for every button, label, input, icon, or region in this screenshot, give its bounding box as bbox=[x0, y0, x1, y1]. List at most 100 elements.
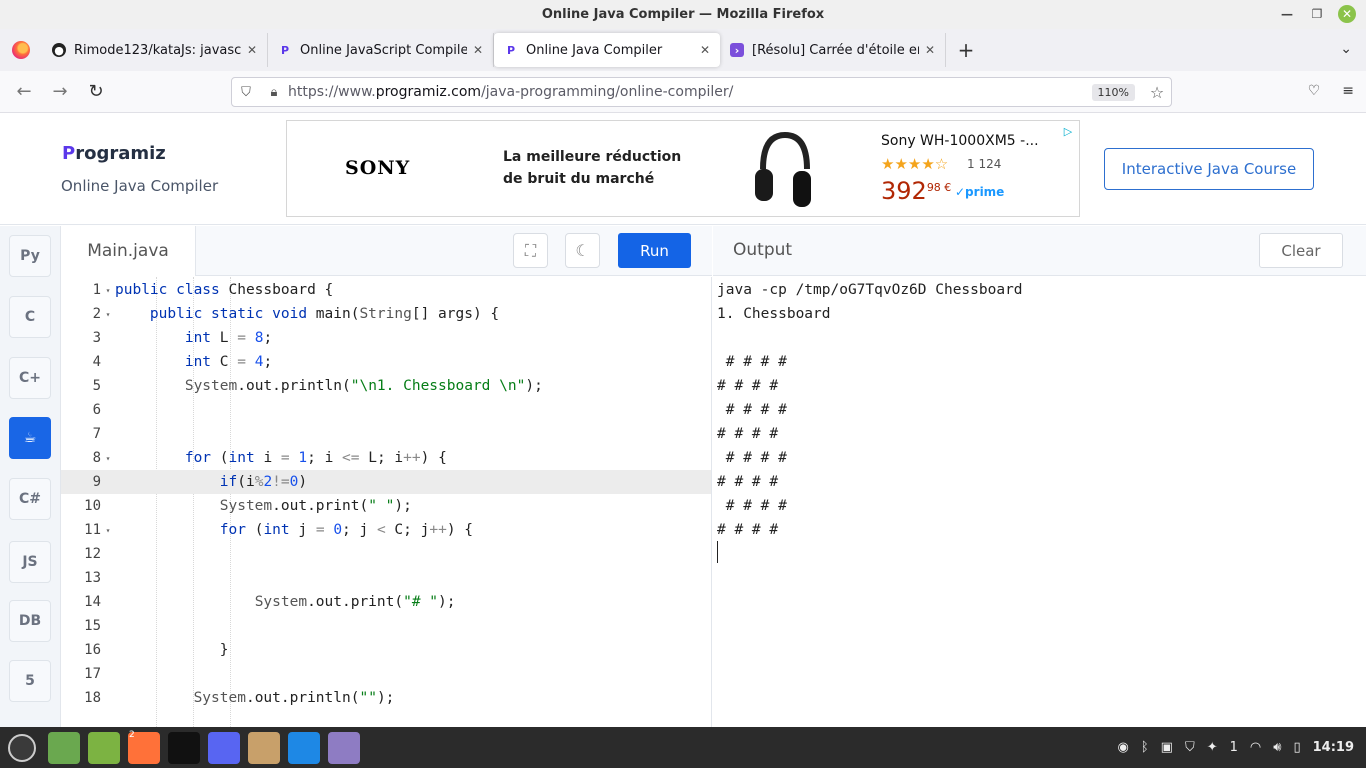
programiz-logo[interactable]: Programiz bbox=[62, 143, 166, 164]
volume-icon[interactable]: 🔊︎ bbox=[1273, 740, 1281, 755]
java-icon[interactable]: ☕ bbox=[9, 417, 51, 459]
notification-icon[interactable]: ✦ bbox=[1207, 740, 1218, 755]
code-line[interactable]: 18 System.out.println(""); bbox=[61, 686, 711, 710]
tab-close-icon[interactable]: ✕ bbox=[473, 43, 483, 57]
files-icon[interactable] bbox=[48, 731, 80, 764]
browser-tab[interactable]: › [Résolu] Carrée d'étoile en J ✕ bbox=[720, 33, 946, 67]
code-line[interactable]: 6 bbox=[61, 398, 711, 422]
code-line[interactable]: 17 bbox=[61, 662, 711, 686]
bookmark-star-icon[interactable]: ☆ bbox=[1143, 83, 1171, 102]
cpp-icon[interactable]: C+ bbox=[9, 357, 51, 399]
pocket-icon[interactable]: ♡ bbox=[1308, 83, 1321, 99]
url-bar[interactable]: ⛉ 🔒︎ https://www.programiz.com/java-prog… bbox=[231, 77, 1172, 107]
ad-tagline-1: La meilleure réduction bbox=[503, 149, 682, 165]
line-number: 9 bbox=[92, 474, 101, 490]
code-text[interactable]: System.out.print(" "); bbox=[115, 498, 412, 514]
tab-close-icon[interactable]: ✕ bbox=[247, 43, 257, 57]
code-text[interactable]: public static void main(String[] args) { bbox=[115, 306, 499, 322]
c-icon[interactable]: C bbox=[9, 296, 51, 338]
fold-arrow-icon[interactable]: ▾ bbox=[101, 310, 115, 319]
fold-arrow-icon[interactable]: ▾ bbox=[101, 286, 115, 295]
code-line[interactable]: 14 System.out.print("# "); bbox=[61, 590, 711, 614]
code-line[interactable]: 7 bbox=[61, 422, 711, 446]
code-line[interactable]: 4 int C = 4; bbox=[61, 350, 711, 374]
code-line[interactable]: 12 bbox=[61, 542, 711, 566]
wifi-icon[interactable]: ◠ bbox=[1250, 740, 1261, 755]
browser-tab[interactable]: P Online JavaScript Compiler ( ✕ bbox=[268, 33, 494, 67]
clock[interactable]: 14:19 bbox=[1313, 740, 1354, 755]
mint-menu-icon[interactable] bbox=[8, 733, 36, 762]
text-editor-icon[interactable] bbox=[328, 731, 360, 764]
code-text[interactable]: for (int j = 0; j < C; j++) { bbox=[115, 522, 473, 538]
code-text[interactable]: int C = 4; bbox=[115, 354, 272, 370]
code-text[interactable]: if(i%2!=0) bbox=[115, 474, 307, 490]
discord-icon[interactable] bbox=[208, 731, 240, 764]
html5-icon[interactable]: 5 bbox=[9, 660, 51, 702]
run-button[interactable]: Run bbox=[618, 233, 691, 268]
code-editor[interactable]: 1 ▾ public class Chessboard {2 ▾ public sta… bbox=[61, 277, 712, 727]
list-tabs-icon[interactable]: ⌄ bbox=[1340, 41, 1352, 57]
code-line[interactable]: 13 bbox=[61, 566, 711, 590]
zoom-level[interactable]: 110% bbox=[1091, 83, 1135, 101]
code-text[interactable]: for (int i = 1; i <= L; i++) { bbox=[115, 450, 447, 466]
maximize-icon[interactable]: ❐ bbox=[1308, 5, 1326, 23]
code-line[interactable]: 11 ▾ for (int j = 0; j < C; j++) { bbox=[61, 518, 711, 542]
github-icon: ● bbox=[52, 43, 66, 57]
folder-icon[interactable] bbox=[88, 731, 120, 764]
shield-update-icon[interactable]: ⛉ bbox=[1185, 740, 1195, 755]
csharp-icon[interactable]: C# bbox=[9, 478, 51, 520]
code-line[interactable]: 2 ▾ public static void main(String[] args… bbox=[61, 302, 711, 326]
adchoices-icon[interactable]: ▷ bbox=[1061, 125, 1075, 139]
browser-tab[interactable]: ● Rimode123/kataJs: javascri ✕ bbox=[42, 33, 268, 67]
code-text[interactable]: int L = 8; bbox=[115, 330, 272, 346]
openclassrooms-icon: › bbox=[730, 43, 744, 57]
code-text[interactable]: System.out.print("# "); bbox=[115, 594, 456, 610]
terminal-icon[interactable] bbox=[168, 731, 200, 764]
code-line[interactable]: 1 ▾ public class Chessboard { bbox=[61, 278, 711, 302]
clear-button[interactable]: Clear bbox=[1259, 233, 1343, 268]
file-tab-main-java[interactable]: Main.java bbox=[61, 226, 196, 276]
code-line[interactable]: 15 bbox=[61, 614, 711, 638]
back-icon[interactable]: ← bbox=[6, 81, 42, 102]
tab-close-icon[interactable]: ✕ bbox=[700, 43, 710, 57]
bluetooth-icon[interactable]: ᛒ bbox=[1141, 740, 1149, 755]
dark-mode-moon-icon[interactable]: ☾ bbox=[565, 233, 600, 268]
clipboard-icon[interactable]: ▣ bbox=[1161, 740, 1173, 755]
vscode-icon[interactable] bbox=[288, 731, 320, 764]
discord-tray-icon[interactable]: ◉ bbox=[1118, 740, 1129, 755]
hamburger-menu-icon[interactable]: ≡ bbox=[1342, 83, 1354, 99]
sony-ad-banner[interactable]: SONY La meilleure réduction de bruit du … bbox=[286, 120, 1080, 217]
interactive-course-button[interactable]: Interactive Java Course bbox=[1104, 148, 1314, 190]
minimize-icon[interactable]: — bbox=[1278, 5, 1296, 23]
shield-icon[interactable]: ⛉ bbox=[232, 85, 260, 100]
close-icon[interactable]: ✕ bbox=[1338, 5, 1356, 23]
fold-arrow-icon[interactable]: ▾ bbox=[101, 526, 115, 535]
code-text[interactable]: } bbox=[115, 642, 229, 658]
reload-icon[interactable]: ↻ bbox=[78, 81, 114, 102]
battery-icon[interactable]: ▯ bbox=[1293, 740, 1300, 755]
sql-icon[interactable]: DB bbox=[9, 600, 51, 642]
firefox-icon[interactable]: 2 bbox=[128, 730, 160, 764]
code-line[interactable]: 9 if(i%2!=0) bbox=[61, 470, 711, 494]
firefox-menu-icon[interactable] bbox=[0, 29, 42, 71]
code-line[interactable]: 16 } bbox=[61, 638, 711, 662]
archive-icon[interactable] bbox=[248, 731, 280, 764]
forward-icon[interactable]: → bbox=[42, 81, 78, 102]
output-console[interactable]: java -cp /tmp/oG7TqvOz6D Chessboard 1. Ch… bbox=[713, 277, 1366, 727]
tab-close-icon[interactable]: ✕ bbox=[925, 43, 935, 57]
code-text[interactable]: System.out.println(""); bbox=[115, 690, 395, 706]
code-line[interactable]: 10 System.out.print(" "); bbox=[61, 494, 711, 518]
code-text[interactable]: System.out.println("\n1. Chessboard \n")… bbox=[115, 378, 543, 394]
new-tab-icon[interactable]: + bbox=[946, 38, 986, 62]
code-text[interactable]: public class Chessboard { bbox=[115, 282, 333, 298]
code-line[interactable]: 8 ▾ for (int i = 1; i <= L; i++) { bbox=[61, 446, 711, 470]
fold-arrow-icon[interactable]: ▾ bbox=[101, 454, 115, 463]
browser-tab-active[interactable]: P Online Java Compiler ✕ bbox=[494, 33, 720, 67]
javascript-icon[interactable]: JS bbox=[9, 541, 51, 583]
url-text[interactable]: https://www.programiz.com/java-programmi… bbox=[288, 84, 1092, 100]
python-icon[interactable]: Py bbox=[9, 235, 51, 277]
fullscreen-icon[interactable]: ⛶ bbox=[513, 233, 548, 268]
code-line[interactable]: 3 int L = 8; bbox=[61, 326, 711, 350]
lock-icon[interactable]: 🔒︎ bbox=[260, 85, 288, 100]
code-line[interactable]: 5 System.out.println("\n1. Chessboard \n… bbox=[61, 374, 711, 398]
